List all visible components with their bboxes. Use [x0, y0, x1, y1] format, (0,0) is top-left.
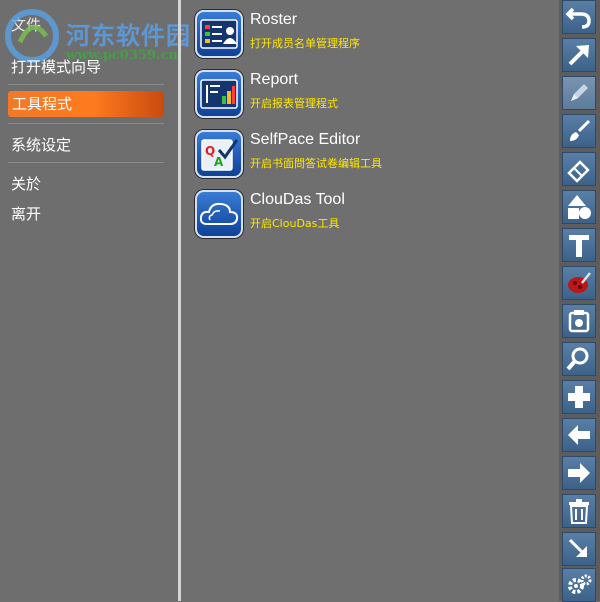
menu-title: 文件 — [11, 16, 42, 34]
tool-cloudas[interactable]: ClouDas Tool 开启ClouDas工具 — [195, 190, 555, 240]
menu-item-exit[interactable]: 离开 — [11, 203, 41, 224]
tool-name: Report — [250, 71, 299, 88]
tool-report[interactable]: Report 开启报表管理程式 — [195, 70, 555, 120]
next-button[interactable] — [562, 456, 596, 490]
minimize-icon — [568, 538, 587, 557]
brush-icon — [570, 119, 591, 141]
menu-item-tools[interactable]: 工具程式 — [8, 91, 164, 117]
menu-item-mode-wizard[interactable]: 打开模式向导 — [11, 56, 101, 77]
menu-item-about[interactable]: 关於 — [11, 173, 41, 194]
brush-button[interactable] — [562, 114, 596, 148]
report-chart-icon — [195, 70, 243, 118]
select-pointer-button[interactable] — [562, 38, 596, 72]
settings-button[interactable] — [562, 568, 596, 602]
tool-name: ClouDas Tool — [250, 191, 345, 208]
pen-button[interactable] — [562, 76, 596, 110]
text-button[interactable] — [562, 228, 596, 262]
add-icon — [568, 386, 590, 408]
camera-button[interactable] — [562, 304, 596, 338]
zoom-icon — [566, 347, 589, 371]
camera-icon — [568, 310, 590, 333]
divider — [8, 84, 164, 85]
tool-description: 开启ClouDas工具 — [250, 217, 340, 230]
previous-button[interactable] — [562, 418, 596, 452]
add-button[interactable] — [562, 380, 596, 414]
tool-name: Roster — [250, 11, 298, 28]
delete-button[interactable] — [562, 494, 596, 528]
menu-item-settings[interactable]: 系统设定 — [11, 134, 71, 155]
eraser-button[interactable] — [562, 152, 596, 186]
right-toolbar — [559, 0, 600, 602]
eraser-icon — [567, 160, 590, 183]
tool-roster[interactable]: Roster 打开成员名单管理程序 — [195, 10, 555, 60]
cloud-icon — [195, 190, 243, 238]
pointer-arrow-icon — [568, 45, 589, 66]
undo-icon — [565, 7, 591, 29]
back-arrow-icon — [568, 425, 590, 445]
panel-separator — [178, 0, 181, 601]
side-menu: 文件 河东软件园 www.pc0359.cn 打开模式向导 工具程式 系统设定 … — [0, 0, 190, 601]
settings-gear-icon — [568, 574, 592, 594]
color-palette-button[interactable] — [562, 266, 596, 300]
roster-icon — [195, 10, 243, 58]
svg-text:A: A — [214, 155, 224, 169]
watermark-text: 河东软件园 — [66, 21, 191, 50]
trash-icon — [569, 499, 589, 524]
zoom-button[interactable] — [562, 342, 596, 376]
forward-arrow-icon — [568, 463, 590, 483]
tool-selfpace-editor[interactable]: Q A SelfPace Editor 开启书面問答试卷编辑工具 — [195, 130, 555, 180]
shapes-icon — [568, 195, 591, 219]
color-palette-icon — [568, 272, 591, 293]
tool-name: SelfPace Editor — [250, 131, 361, 148]
pen-icon — [571, 84, 588, 101]
tool-description: 打开成员名单管理程序 — [250, 37, 360, 50]
divider — [8, 123, 164, 124]
undo-button[interactable] — [562, 0, 596, 34]
divider — [8, 162, 164, 163]
qa-check-icon: Q A — [195, 130, 243, 178]
tool-description: 开启报表管理程式 — [250, 97, 338, 110]
text-icon — [569, 235, 589, 257]
minimize-button[interactable] — [562, 532, 596, 566]
tool-description: 开启书面問答试卷编辑工具 — [250, 157, 382, 170]
shapes-button[interactable] — [562, 190, 596, 224]
